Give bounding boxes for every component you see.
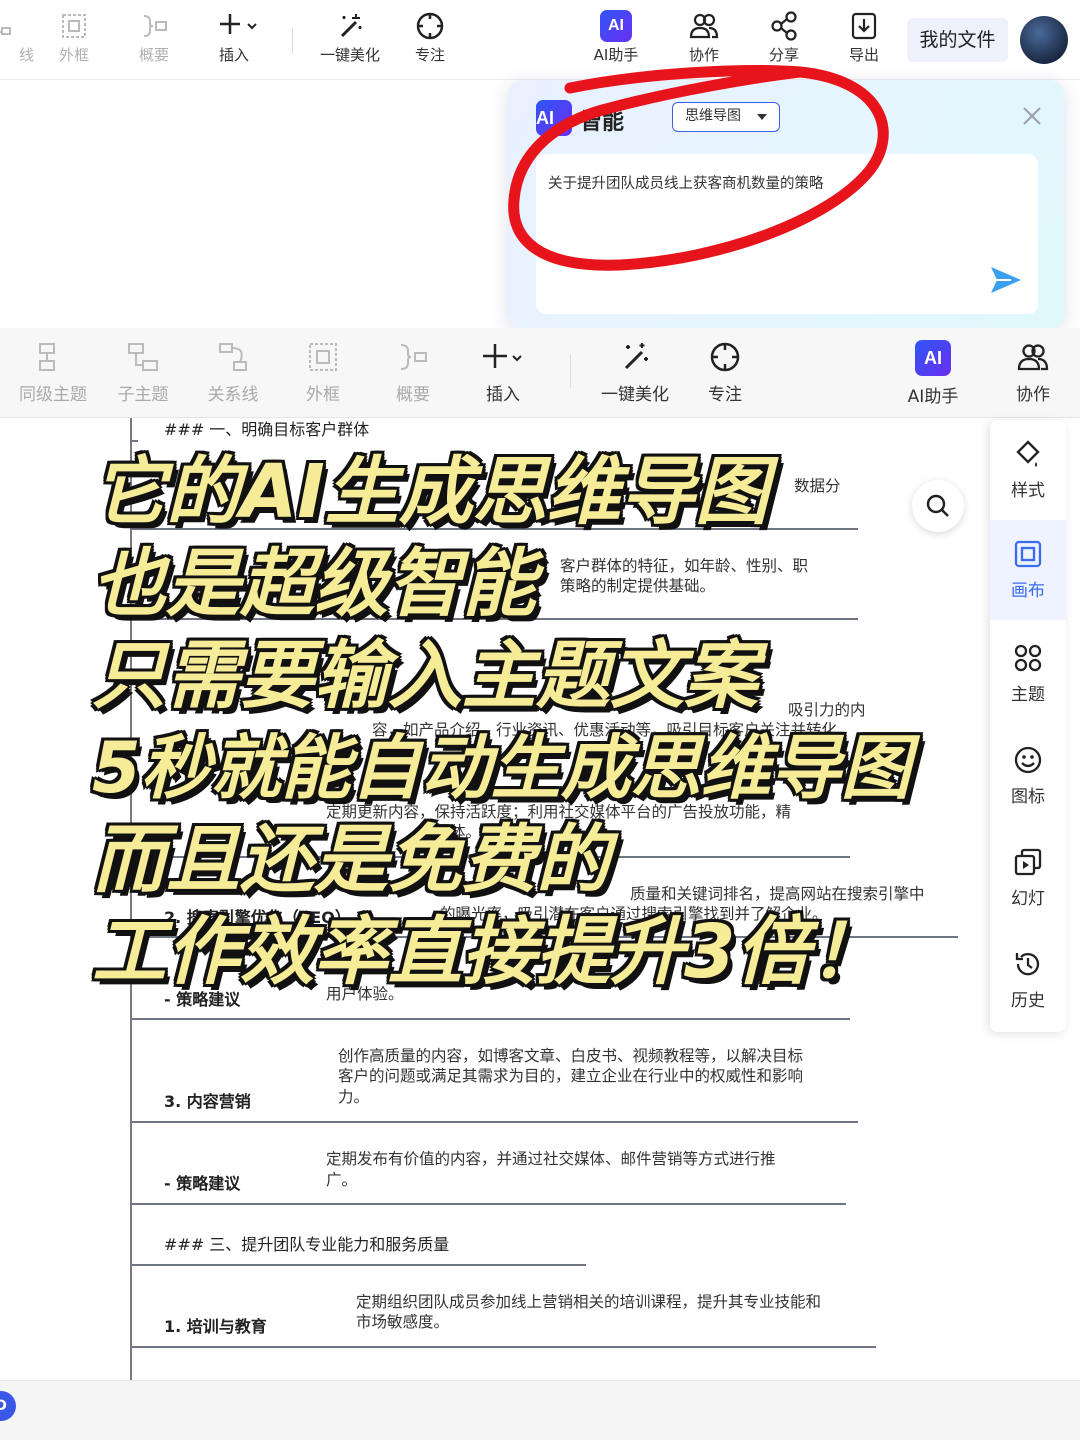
caption-line: 它的AI生成思维导图 xyxy=(92,449,769,535)
focus-button[interactable]: 专注 xyxy=(390,10,470,70)
insert-button[interactable]: 插入 xyxy=(194,10,274,70)
divider xyxy=(132,1018,850,1020)
doc-text: 市场敏感度。 xyxy=(356,1313,450,1331)
divider xyxy=(132,1121,858,1123)
focus-icon xyxy=(416,12,444,40)
divider xyxy=(132,1346,876,1348)
focus-button[interactable]: 专注 xyxy=(680,340,770,406)
section-heading: ### 三、提升团队专业能力和服务质量 xyxy=(164,1235,450,1254)
doc-text: 定期组织团队成员参加线上营销相关的培训课程，提升其专业技能和 xyxy=(356,1293,822,1311)
right-side-panel: 样式 画布 主题 图标 幻灯 历史 xyxy=(990,420,1066,1032)
beautify-button[interactable]: 一键美化 xyxy=(590,340,680,406)
child-topic-icon xyxy=(128,343,158,371)
frame-icon xyxy=(309,343,337,371)
export-button[interactable]: 导出 xyxy=(824,10,904,70)
people-icon xyxy=(1017,344,1049,371)
summary-icon xyxy=(400,344,427,370)
theme-icon xyxy=(1014,644,1042,672)
insert-button[interactable]: 插入 xyxy=(458,340,548,406)
history-button[interactable]: 历史 xyxy=(990,930,1066,1030)
bottom-bar: D xyxy=(0,1380,1080,1440)
section-heading: ### 一、明确目标客户群体 xyxy=(164,420,370,439)
caption-line: 而且还是免费的 xyxy=(92,817,610,903)
mode-dropdown-value: 思维导图 xyxy=(685,108,741,124)
caption-line: 也是超级智能 xyxy=(92,541,536,627)
ai-assistant-button[interactable]: AI AI助手 xyxy=(888,340,978,407)
share-button[interactable]: 分享 xyxy=(744,10,824,70)
summary-icon xyxy=(143,15,167,37)
ai-assistant-panel: AI 智能 思维导图 关于提升团队成员线上获客商机数量的策略 xyxy=(508,80,1064,328)
ai-icon: AI xyxy=(536,100,572,136)
doc-text: 创作高质量的内容，如博客文章、白皮书、视频教程等，以解决目标 xyxy=(338,1047,804,1065)
toolbar-divider xyxy=(292,28,293,54)
sibling-topic-button[interactable]: 同级主题 xyxy=(8,340,98,406)
people-icon xyxy=(689,13,719,39)
divider xyxy=(132,1203,846,1205)
collaborate-button[interactable]: 协作 xyxy=(988,340,1078,406)
beautify-button[interactable]: 一键美化 xyxy=(310,10,390,70)
caption-line: 5秒就能自动生成思维导图 xyxy=(92,727,911,809)
ai-panel-title: 智能 xyxy=(580,110,625,135)
plus-icon xyxy=(220,14,257,34)
focus-icon xyxy=(710,342,740,372)
mode-dropdown[interactable]: 思维导图 xyxy=(672,102,780,132)
strategy-label: - 策略建议 xyxy=(164,1174,241,1193)
top-toolbar: 线 外框 概要 插入 一键美化 专注 AI AI助手 协作 分享 导出 我的文件 xyxy=(0,0,1080,80)
ai-icon: AI xyxy=(600,10,632,42)
slides-button[interactable]: 幻灯 xyxy=(990,828,1066,928)
close-icon[interactable] xyxy=(1020,104,1044,128)
slides-icon xyxy=(1014,848,1042,876)
style-icon xyxy=(1016,440,1040,467)
prompt-input[interactable]: 关于提升团队成员线上获客商机数量的策略 xyxy=(536,154,1038,314)
summary-button[interactable]: 概要 xyxy=(114,10,194,70)
promo-caption: 它的AI生成思维导图 也是超级智能 只需要输入主题文案 5秒就能自动生成思维导图… xyxy=(92,446,992,998)
magic-wand-icon xyxy=(624,343,648,370)
ai-assistant-button[interactable]: AI AI助手 xyxy=(576,10,656,70)
ai-icon: AI xyxy=(915,340,951,376)
canvas-icon xyxy=(1014,540,1042,568)
toolbar-divider xyxy=(570,354,571,388)
theme-button[interactable]: 主题 xyxy=(990,624,1066,724)
avatar[interactable] xyxy=(1020,16,1068,64)
child-topic-button[interactable]: 子主题 xyxy=(98,340,188,406)
caret-down-icon xyxy=(757,114,767,120)
doc-text: 广。 xyxy=(326,1171,358,1189)
line-icon xyxy=(0,27,11,35)
divider xyxy=(132,1264,586,1266)
prompt-text: 关于提升团队成员线上获客商机数量的策略 xyxy=(548,176,824,192)
collaborate-button[interactable]: 协作 xyxy=(664,10,744,70)
style-button[interactable]: 样式 xyxy=(990,420,1066,520)
relation-line-icon xyxy=(219,343,247,371)
relation-line-button[interactable]: 关系线 xyxy=(188,340,278,406)
app-logo-icon[interactable]: D xyxy=(0,1391,16,1421)
history-icon xyxy=(1015,953,1040,976)
mindmap-toolbar: 同级主题 子主题 关系线 外框 概要 插入 一键美化 专注 AI AI助手 协作 xyxy=(0,328,1080,418)
my-files-button[interactable]: 我的文件 xyxy=(907,18,1008,62)
frame-button[interactable]: 外框 xyxy=(278,340,368,406)
summary-button[interactable]: 概要 xyxy=(368,340,458,406)
canvas-button[interactable]: 画布 xyxy=(990,520,1066,620)
frame-icon xyxy=(62,14,86,38)
share-icon xyxy=(771,11,797,41)
content-marketing-label: 3. 内容营销 xyxy=(164,1092,251,1111)
training-label: 1. 培训与教育 xyxy=(164,1317,267,1336)
plus-icon xyxy=(483,344,522,368)
caption-line: 工作效率直接提升3倍！ xyxy=(92,909,884,995)
frame-button[interactable]: 外框 xyxy=(34,10,114,70)
icon-button[interactable]: 图标 xyxy=(990,726,1066,826)
doc-text: 定期发布有价值的内容，并通过社交媒体、邮件营销等方式进行推 xyxy=(326,1150,776,1168)
caption-line: 只需要输入主题文案 xyxy=(92,633,758,719)
sibling-topic-icon xyxy=(39,343,55,371)
magic-wand-icon xyxy=(340,14,362,38)
doc-text: 力。 xyxy=(338,1088,370,1106)
export-icon xyxy=(851,12,877,40)
doc-text: 客户的问题或满足其需求为目的，建立企业在行业中的权威性和影响 xyxy=(338,1067,804,1085)
emoji-icon xyxy=(1014,746,1042,774)
send-icon[interactable] xyxy=(988,264,1024,296)
divider xyxy=(130,440,138,442)
